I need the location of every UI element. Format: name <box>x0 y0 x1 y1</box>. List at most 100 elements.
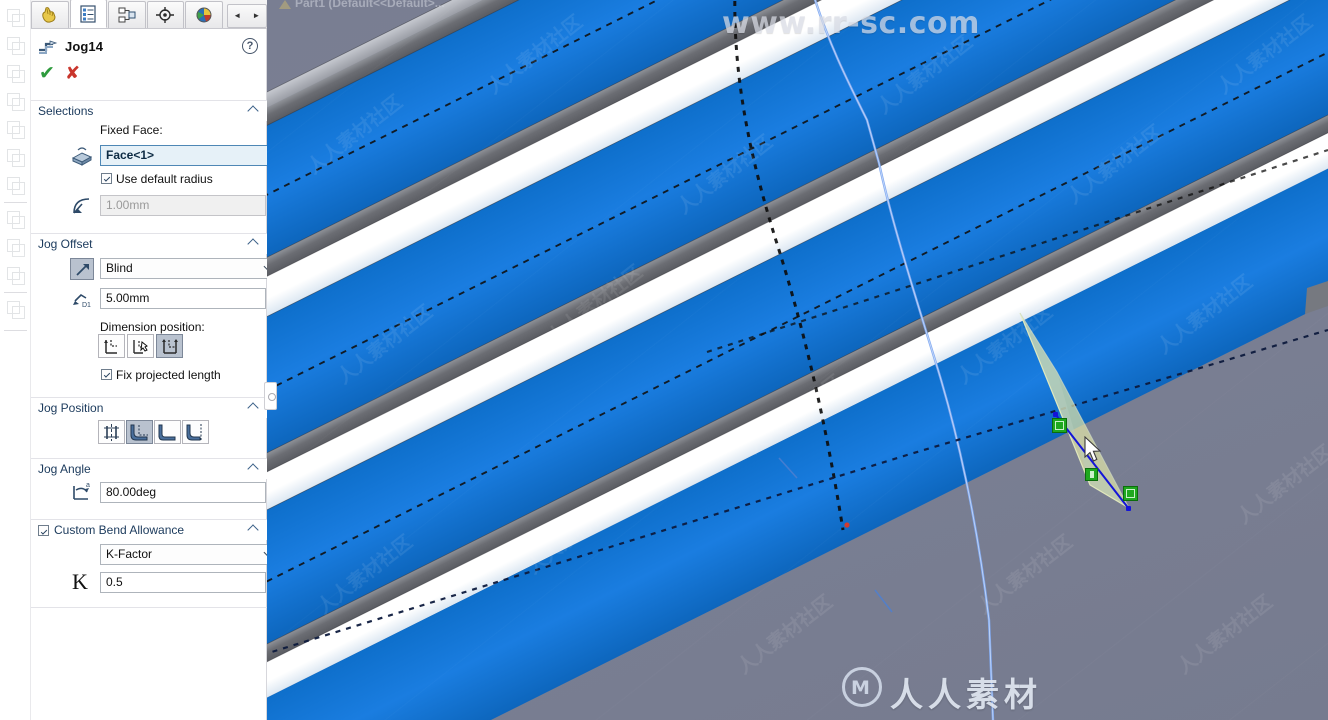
configuration-icon <box>117 6 137 24</box>
dimension-position-label: Dimension position: <box>100 320 205 334</box>
solidworks-window: { "app": { "viewport_title": "Part1 (Def… <box>0 0 1328 720</box>
viewport-title-text: Part1 (Default<<Default>... <box>295 0 445 10</box>
chevron-up-icon-5[interactable] <box>249 524 258 533</box>
hem-icon[interactable] <box>5 146 27 168</box>
parallel-constraint-glyph[interactable] <box>1085 468 1098 481</box>
property-manager-tab[interactable] <box>69 0 108 28</box>
bend-radius-icon <box>70 194 94 216</box>
jog-position-bend-outside-button[interactable] <box>182 420 209 444</box>
bend-radius-field: 1.00mm <box>100 195 266 216</box>
tab-prev-arrow[interactable]: ◄ <box>233 12 241 20</box>
section-header-custom-bend-allowance[interactable]: Custom Bend Allowance <box>31 519 267 540</box>
base-flange-icon[interactable] <box>5 6 27 28</box>
k-factor-symbol: K <box>72 569 88 594</box>
manager-tab-bar[interactable]: ◄ ► <box>31 0 267 29</box>
panel-bottom-divider <box>31 607 267 608</box>
section-header-jog-offset[interactable]: Jog Offset <box>31 233 267 254</box>
constraint-glyph-upper[interactable] <box>1052 418 1067 433</box>
jog-icon[interactable] <box>5 174 27 196</box>
toolbar-divider-2 <box>4 292 27 293</box>
tab-next-arrow[interactable]: ► <box>252 12 260 20</box>
watermark-chinese-text: 人人素材 <box>890 675 1042 714</box>
k-factor-field[interactable]: 0.5 <box>100 572 266 593</box>
sheet-metal-model <box>267 0 1328 720</box>
face-select-icon <box>70 145 94 167</box>
dimension-position-outside-button[interactable] <box>98 334 125 358</box>
viewport-part-title: Part1 (Default<<Default>... <box>279 0 445 10</box>
selections-label: Selections <box>38 104 94 118</box>
configuration-manager-tab[interactable] <box>108 1 146 28</box>
constraint-glyph-lower[interactable] <box>1123 486 1138 501</box>
angle-icon: a <box>70 481 94 503</box>
use-default-radius-label: Use default radius <box>116 172 213 186</box>
graphics-viewport[interactable]: 人人素材社区 人人素材社区 人人素材社区 人人素材社区 人人素材社区 人人素材社… <box>267 0 1328 720</box>
jog-position-bend-centerline-button[interactable] <box>98 420 125 444</box>
section-header-jog-angle[interactable]: Jog Angle <box>31 458 267 479</box>
toolbar-divider <box>4 202 27 203</box>
dimxpert-manager-tab[interactable] <box>146 1 185 28</box>
chevron-up-icon-2[interactable] <box>249 238 258 247</box>
fixed-face-field[interactable]: Face<1> <box>100 145 281 166</box>
chevron-up-icon-4[interactable] <box>249 463 258 472</box>
custom-bend-allowance-label: Custom Bend Allowance <box>54 523 185 537</box>
chevron-up-icon-3[interactable] <box>249 402 258 411</box>
jog-offset-label: Jog Offset <box>38 237 93 251</box>
miter-flange-icon[interactable] <box>5 118 27 140</box>
cancel-button[interactable]: ✘ <box>65 64 80 83</box>
section-header-jog-position[interactable]: Jog Position <box>31 397 267 418</box>
custom-bend-allowance-checkbox[interactable] <box>38 524 49 536</box>
dimxpert-target-icon <box>155 6 175 24</box>
tree-hand-icon <box>40 6 60 24</box>
no-bends-icon[interactable] <box>5 298 27 320</box>
jog-position-label: Jog Position <box>38 401 104 415</box>
feature-manager-tab[interactable] <box>31 1 69 28</box>
sketch-endpoint-lower[interactable] <box>1126 506 1131 511</box>
left-command-strip[interactable] <box>0 0 31 720</box>
jog-position-material-inside-button[interactable] <box>126 420 153 444</box>
part-icon <box>279 0 291 9</box>
help-icon[interactable]: ? <box>242 38 258 54</box>
chevron-up-icon[interactable] <box>249 105 258 114</box>
mouse-cursor <box>1083 435 1103 462</box>
svg-text:a: a <box>86 482 90 489</box>
display-palette-icon <box>194 6 214 24</box>
panel-splitter-handle[interactable] <box>264 382 277 410</box>
sketch-origin-point <box>844 522 850 528</box>
sketched-bend-icon[interactable] <box>5 208 27 230</box>
offset-distance-field[interactable]: 5.00mm <box>100 288 266 309</box>
property-manager-header: Jog14 <box>31 32 267 60</box>
closed-corner-icon[interactable] <box>5 236 27 258</box>
lofted-bend-icon[interactable] <box>5 62 27 84</box>
page-title: Jog14 <box>65 38 104 54</box>
property-list-icon <box>78 4 98 23</box>
fixed-face-label: Fixed Face: <box>100 123 163 137</box>
bottom-watermark: M 人人素材 <box>842 664 1062 714</box>
end-condition-direction-button[interactable] <box>70 258 94 280</box>
toolbar-divider-3 <box>4 330 27 331</box>
dimension-position-overall-button[interactable] <box>156 334 183 358</box>
fix-projected-length-label: Fix projected length <box>116 368 221 382</box>
jog-angle-label: Jog Angle <box>38 462 91 476</box>
fix-projected-length-checkbox[interactable] <box>101 369 112 380</box>
svg-text:D1: D1 <box>82 302 91 309</box>
bend-allowance-type-select[interactable]: K-Factor <box>100 544 281 565</box>
end-condition-select[interactable]: Blind <box>100 258 281 279</box>
ok-button[interactable]: ✔ <box>39 64 55 83</box>
section-header-selections[interactable]: Selections <box>31 100 267 121</box>
flatten-icon[interactable] <box>5 264 27 286</box>
property-manager-panel: ◄ ► Jog14 ? ✔ ✘ Selections Fixed Face: F… <box>31 0 281 720</box>
tab-scroll-nav[interactable]: ◄ ► <box>226 4 267 28</box>
convert-to-sheetmetal-icon[interactable] <box>5 34 27 56</box>
offset-distance-icon: D1 <box>70 287 94 309</box>
jog-angle-field[interactable]: 80.00deg <box>100 482 266 503</box>
edge-flange-icon[interactable] <box>5 90 27 112</box>
use-default-radius-checkbox[interactable] <box>101 173 112 184</box>
url-watermark: www.rr-sc.com <box>722 6 980 41</box>
sketch-endpoint-upper[interactable] <box>1053 412 1058 417</box>
display-manager-tab[interactable] <box>185 1 223 28</box>
jog-feature-icon <box>37 36 59 56</box>
watermark-mark-letter: M <box>851 677 870 699</box>
jog-position-material-outside-button[interactable] <box>154 420 181 444</box>
dimension-position-inside-button[interactable] <box>127 334 154 358</box>
confirm-bar: ✔ ✘ <box>31 62 267 86</box>
